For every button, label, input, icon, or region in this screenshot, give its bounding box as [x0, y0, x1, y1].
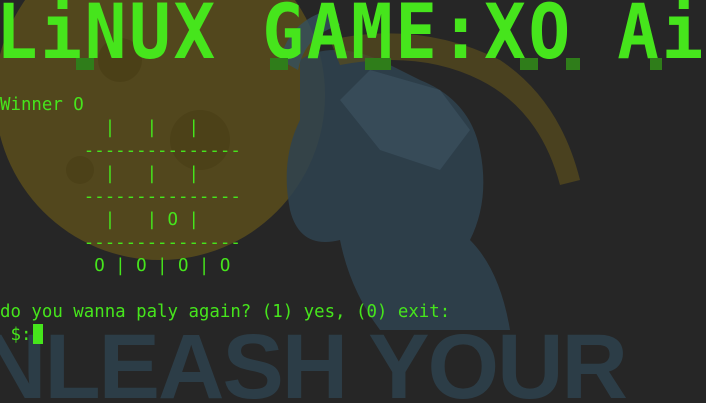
board-divider-3: --------------- — [0, 233, 241, 253]
game-banner: LiNUX GAME:XO Ai — [0, 0, 706, 75]
board-divider-2: --------------- — [0, 187, 241, 207]
board-row-3: | | O | — [0, 210, 199, 230]
wallpaper-text: NLEASH YOUR — [0, 316, 627, 403]
banner-title: LiNUX GAME:XO Ai — [0, 0, 706, 75]
text-cursor[interactable] — [33, 324, 44, 344]
command-prompt-line[interactable]: $: — [0, 324, 44, 347]
prompt-symbol: $: — [0, 325, 32, 345]
board-row-4: O | O | O | O — [0, 256, 231, 276]
board-divider-1: --------------- — [0, 141, 241, 161]
terminal-window[interactable]: NLEASH YOUR LiNUX GAME:XO Ai Winner O | … — [0, 0, 706, 403]
board-row-2: | | | — [0, 164, 199, 184]
winner-status: Winner O — [0, 95, 84, 115]
board-row-1: | | | — [0, 118, 199, 138]
play-again-question: do you wanna paly again? (1) yes, (0) ex… — [0, 302, 451, 322]
